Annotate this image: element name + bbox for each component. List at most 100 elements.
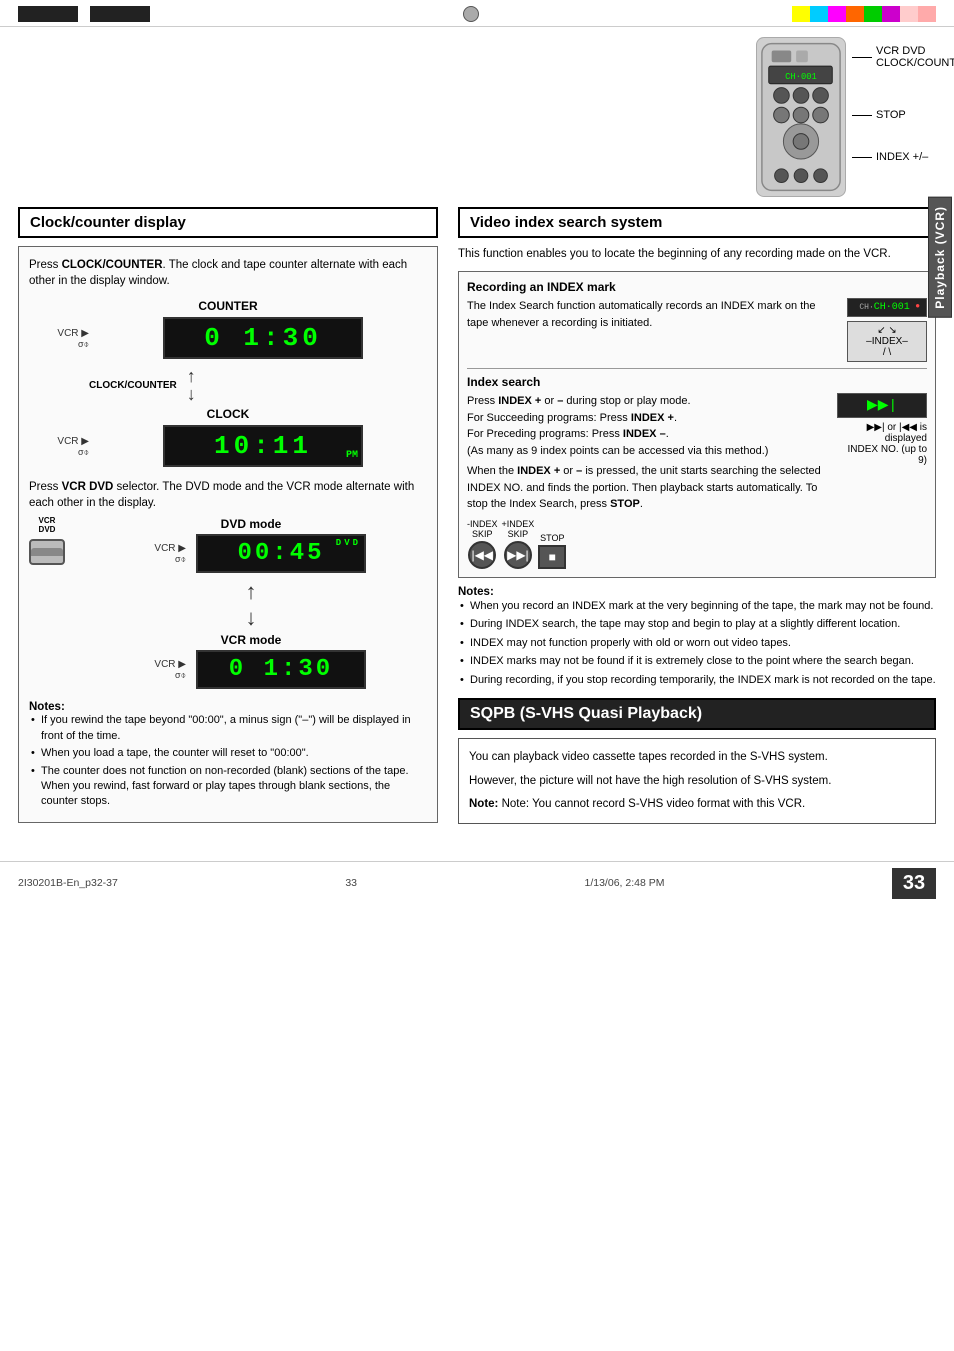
btn-stop-label: STOP xyxy=(540,533,564,543)
clock-note-1: If you rewind the tape beyond "00:00", a… xyxy=(29,713,427,744)
sqpb-note: Note: Note: You cannot record S-VHS vide… xyxy=(469,796,925,813)
left-column: Clock/counter display Press CLOCK/COUNTE… xyxy=(18,37,438,831)
bottom-left: 2I30201B-En_p32-37 xyxy=(18,877,118,889)
main-content: Clock/counter display Press CLOCK/COUNTE… xyxy=(0,27,954,841)
sqpb-text1: You can playback video cassette tapes re… xyxy=(469,749,925,766)
vcr-label-vcr: VCR ▶σ⌽ xyxy=(136,659,186,681)
bottom-bar: 2I30201B-En_p32-37 33 1/13/06, 2:48 PM 3… xyxy=(0,861,954,905)
search-line-2: For Succeeding programs: Press INDEX +. xyxy=(467,410,829,427)
clock-notes: Notes: If you rewind the tape beyond "00… xyxy=(29,701,427,809)
clock-note-3: The counter does not function on non-rec… xyxy=(29,764,427,810)
remote-container: CH·001 xyxy=(756,37,916,197)
clock-counter-left-label: CLOCK/COUNTER xyxy=(89,380,177,391)
mode-displays: DVD mode VCR ▶σ⌽ 00:45 DVD ↑↓ VCR mode V… xyxy=(75,517,427,695)
selector-button[interactable] xyxy=(29,539,65,565)
counter-label: COUNTER xyxy=(29,299,427,313)
vcr-display: 0 1:30 xyxy=(196,650,366,689)
dvd-vcr-group: VCRDVD DVD mode VCR ▶σ⌽ 00:45 DVD xyxy=(29,517,427,695)
remote-svg: CH·001 xyxy=(756,37,846,197)
color-purple xyxy=(882,6,900,22)
index-notes: Notes: When you record an INDEX mark at … xyxy=(458,586,936,689)
clock-display: 10:11 PM xyxy=(163,425,363,467)
remote-label-vcr-dvd: VCR DVD CLOCK/COUNTER xyxy=(852,45,954,69)
dvd-mode-label: DVD mode xyxy=(75,517,427,531)
ff-display: ▶▶| xyxy=(837,393,927,418)
index-note-3: INDEX may not function properly with old… xyxy=(458,635,936,652)
btn-plus-index-label: +INDEXSKIP xyxy=(502,519,535,539)
btn-minus-index-label: -INDEXSKIP xyxy=(467,519,498,539)
big-arrow-dvd-vcr: ↑↓ xyxy=(75,579,427,631)
search-line-3: For Preceding programs: Press INDEX –. xyxy=(467,426,829,443)
vcr-dvd-text: Press VCR DVD selector. The DVD mode and… xyxy=(29,479,427,511)
index-notes-list: When you record an INDEX mark at the ver… xyxy=(458,598,936,689)
up-down-arrow: ↑ ↓ xyxy=(187,367,196,403)
index-notes-title: Notes: xyxy=(458,586,936,598)
index-note-5: During recording, if you stop recording … xyxy=(458,672,936,689)
search-text: Press INDEX + or – during stop or play m… xyxy=(467,393,829,513)
vcr-label-dvd: VCR ▶σ⌽ xyxy=(136,543,186,565)
sqpb-header: SQPB (S-VHS Quasi Playback) xyxy=(458,698,936,730)
index-search-title: Index search xyxy=(467,375,927,389)
bottom-center: 33 xyxy=(345,877,357,889)
sqpb-section-box: You can playback video cassette tapes re… xyxy=(458,738,936,824)
search-line-4: (As many as 9 index points can be access… xyxy=(467,443,829,460)
vcr-label-clock: VCR ▶σ⌽ xyxy=(29,436,89,458)
btn-plus-index-button[interactable]: ▶▶| xyxy=(504,541,532,569)
btn-plus-index: +INDEXSKIP ▶▶| xyxy=(502,519,535,569)
side-tab: Playback (VCR) xyxy=(928,197,952,318)
dvd-display: 00:45 DVD xyxy=(196,534,366,573)
svg-text:CH·001: CH·001 xyxy=(785,72,817,82)
search-line-5: When the INDEX + or – is pressed, the un… xyxy=(467,463,829,513)
index-label: INDEX +/– xyxy=(876,151,928,163)
color-pink-light xyxy=(900,6,918,22)
sqpb-text2: However, the picture will not have the h… xyxy=(469,773,925,790)
dvd-display-row: VCR ▶σ⌽ 00:45 DVD xyxy=(75,534,427,573)
color-magenta xyxy=(828,6,846,22)
recording-index-body: The Index Search function automatically … xyxy=(467,298,839,331)
search-line-1: Press INDEX + or – during stop or play m… xyxy=(467,393,829,410)
color-pink xyxy=(918,6,936,22)
color-cyan xyxy=(810,6,828,22)
remote-label-index: INDEX +/– xyxy=(852,151,954,163)
btn-stop: STOP ■ xyxy=(538,533,566,569)
clock-notes-list: If you rewind the tape beyond "00:00", a… xyxy=(29,713,427,809)
top-bar-left xyxy=(18,6,150,22)
vcr-dvd-selector: VCRDVD xyxy=(29,517,65,565)
recording-index-row: The Index Search function automatically … xyxy=(467,298,927,362)
btn-minus-index-button[interactable]: |◀◀ xyxy=(468,541,496,569)
clock-section-box: Press CLOCK/COUNTER. The clock and tape … xyxy=(18,246,438,823)
pm-label: PM xyxy=(346,450,358,461)
color-yellow xyxy=(792,6,810,22)
recording-index-img: CH·CH·001 ● ↙ ↘ –INDEX– / \ xyxy=(847,298,927,362)
left-top-spacer xyxy=(18,37,438,207)
index-inner-box: Recording an INDEX mark The Index Search… xyxy=(458,271,936,578)
remote-area: CH·001 xyxy=(458,37,936,197)
ch-display: CH·CH·001 ● xyxy=(847,298,927,317)
counter-display: 0 1:30 xyxy=(163,317,363,359)
recording-index-text: The Index Search function automatically … xyxy=(467,298,839,331)
top-bar-circle xyxy=(463,6,479,22)
divider xyxy=(467,368,927,369)
ff-legend: ▶▶| or |◀◀ is displayed xyxy=(837,422,927,444)
clock-counter-header: Clock/counter display xyxy=(18,207,438,238)
remote-labels: VCR DVD CLOCK/COUNTER STOP INDEX +/– xyxy=(852,45,954,163)
selector-text: VCRDVD xyxy=(39,517,56,535)
video-index-header: Video index search system xyxy=(458,207,936,238)
index-note-4: INDEX marks may not be found if it is ex… xyxy=(458,653,936,670)
stop-label: STOP xyxy=(876,109,906,121)
clock-label: CLOCK xyxy=(29,407,427,421)
clock-display-row: VCR ▶σ⌽ 10:11 PM xyxy=(29,425,427,469)
btn-stop-button[interactable]: ■ xyxy=(538,545,566,569)
btn-minus-index: -INDEXSKIP |◀◀ xyxy=(467,519,498,569)
right-column: CH·001 xyxy=(438,37,936,831)
color-bar xyxy=(792,6,936,22)
vcr-label-counter: VCR ▶σ⌽ xyxy=(29,328,89,350)
bottom-right: 1/13/06, 2:48 PM xyxy=(585,877,665,889)
clock-counter-arrow-row: CLOCK/COUNTER ↑ ↓ xyxy=(89,367,427,403)
vcr-display-row: VCR ▶σ⌽ 0 1:30 xyxy=(75,650,427,689)
color-orange xyxy=(846,6,864,22)
clock-note-2: When you load a tape, the counter will r… xyxy=(29,746,427,761)
button-row: -INDEXSKIP |◀◀ +INDEXSKIP ▶▶| STOP ■ xyxy=(467,519,927,569)
index-note-1: When you record an INDEX mark at the ver… xyxy=(458,598,936,615)
vcr-mode-label: VCR mode xyxy=(75,633,427,647)
